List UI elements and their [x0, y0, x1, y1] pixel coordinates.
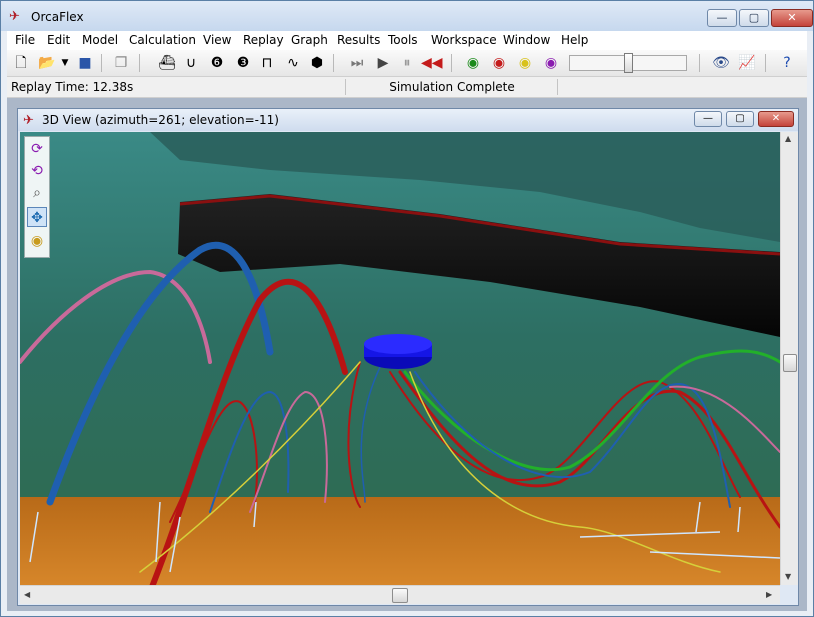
scene-svg [20, 132, 780, 585]
scroll-left-icon[interactable]: ◀ [24, 590, 30, 599]
status-divider [557, 79, 558, 95]
maximize-button[interactable]: ▢ [739, 9, 769, 27]
vertical-scrollbar[interactable]: ▲ ▼ [780, 132, 798, 585]
menu-window[interactable]: Window [503, 33, 550, 47]
buoy [364, 334, 432, 369]
slider-thumb[interactable] [624, 53, 633, 73]
toolbar-separator [699, 54, 700, 72]
eye-icon[interactable]: ◉ [27, 231, 47, 251]
calculate-icon[interactable]: ◉ [515, 53, 535, 73]
view-title: 3D View (azimuth=261; elevation=-11) [42, 113, 279, 127]
buoy3-icon[interactable]: ❸ [233, 53, 253, 73]
run-icon[interactable]: ◉ [489, 53, 509, 73]
status-divider [345, 79, 346, 95]
toolbar-separator [101, 54, 102, 72]
new-icon[interactable]: 🗋 [11, 53, 31, 73]
replay-speed-slider[interactable] [569, 53, 687, 73]
child-title-bar: ✈ 3D View (azimuth=261; elevation=-11) —… [18, 109, 798, 131]
toolbar-separator [139, 54, 140, 72]
graph-icon[interactable]: 📈 [737, 53, 757, 73]
view-tools-panel: ⟳ ⟲ ⌕ ✥ ◉ [24, 136, 50, 258]
scroll-down-icon[interactable]: ▼ [785, 572, 791, 581]
child-minimize-button[interactable]: — [694, 111, 722, 127]
horizontal-scrollbar[interactable]: ◀ ▶ [20, 585, 780, 604]
title-bar: ✈ OrcaFlex — ▢ ✕ [1, 1, 813, 31]
step-icon[interactable]: ⏭ [347, 53, 367, 73]
dropdown-icon[interactable]: ▼ [55, 53, 75, 73]
orcaflex-window: ✈ OrcaFlex — ▢ ✕ File Edit Model Calcula… [0, 0, 814, 617]
line-icon[interactable]: ∿ [283, 53, 303, 73]
vertical-scroll-thumb[interactable] [783, 354, 797, 372]
menu-help[interactable]: Help [561, 33, 588, 47]
horizontal-scroll-thumb[interactable] [392, 588, 408, 603]
replay-time-label: Replay Time: 12.38s [11, 80, 134, 94]
menu-view[interactable]: View [203, 33, 231, 47]
menu-bar: File Edit Model Calculation View Replay … [7, 31, 807, 50]
scroll-right-icon[interactable]: ▶ [766, 590, 772, 599]
orcaflex-logo-icon: ✈ [9, 9, 20, 24]
simulation-status: Simulation Complete [389, 80, 515, 94]
view-3d-window: ✈ 3D View (azimuth=261; elevation=-11) —… [17, 108, 799, 606]
workspace-area: ✈ 3D View (azimuth=261; elevation=-11) —… [7, 98, 807, 611]
toolbar-separator [451, 54, 452, 72]
menu-model[interactable]: Model [82, 33, 118, 47]
rotate-reverse-icon[interactable]: ⟲ [27, 161, 47, 181]
toolbar-separator [333, 54, 334, 72]
rewind-icon[interactable]: ◀◀ [421, 53, 443, 73]
rotate-icon[interactable]: ⟳ [27, 139, 47, 159]
scroll-up-icon[interactable]: ▲ [785, 134, 791, 143]
main-toolbar: 🗋 📂 ▼ ■ ❐ ⛴ ∪ ❻ ❸ ⊓ ∿ ⬢ ⏭ ▶ ⏸ ◀◀ ◉ ◉ ◉ ◉… [7, 50, 807, 77]
minimize-button[interactable]: — [707, 9, 737, 27]
orcaflex-logo-icon: ✈ [23, 113, 34, 128]
help-icon[interactable]: ? [777, 53, 797, 73]
copy-icon[interactable]: ❐ [111, 53, 131, 73]
close-button[interactable]: ✕ [771, 9, 813, 27]
vessel-icon[interactable]: ⛴ [157, 53, 177, 73]
view-icon[interactable]: 👁 [711, 53, 731, 73]
menu-tools[interactable]: Tools [388, 33, 418, 47]
buoy6-icon[interactable]: ❻ [207, 53, 227, 73]
link-icon[interactable]: ⊓ [257, 53, 277, 73]
open-icon[interactable]: 📂 [37, 53, 57, 73]
toolbar-separator [765, 54, 766, 72]
menu-file[interactable]: File [15, 33, 35, 47]
zoom-icon[interactable]: ⌕ [27, 183, 47, 203]
child-close-button[interactable]: ✕ [758, 111, 794, 127]
reset-icon[interactable]: ◉ [541, 53, 561, 73]
3d-viewport[interactable]: ⟳ ⟲ ⌕ ✥ ◉ [20, 132, 780, 585]
menu-graph[interactable]: Graph [291, 33, 328, 47]
start-statics-icon[interactable]: ◉ [463, 53, 483, 73]
pan-icon[interactable]: ✥ [27, 207, 47, 227]
child-maximize-button[interactable]: ▢ [726, 111, 754, 127]
menu-replay[interactable]: Replay [243, 33, 284, 47]
menu-results[interactable]: Results [337, 33, 380, 47]
shapes-icon[interactable]: ⬢ [307, 53, 327, 73]
window-title: OrcaFlex [31, 10, 84, 24]
winch-icon[interactable]: ∪ [181, 53, 201, 73]
play-icon[interactable]: ▶ [373, 53, 393, 73]
seabed [20, 497, 780, 585]
menu-edit[interactable]: Edit [47, 33, 70, 47]
save-icon[interactable]: ■ [75, 53, 95, 73]
menu-workspace[interactable]: Workspace [431, 33, 497, 47]
status-bar: Replay Time: 12.38s Simulation Complete [7, 77, 807, 98]
menu-calculation[interactable]: Calculation [129, 33, 196, 47]
pause-icon[interactable]: ⏸ [397, 53, 417, 73]
